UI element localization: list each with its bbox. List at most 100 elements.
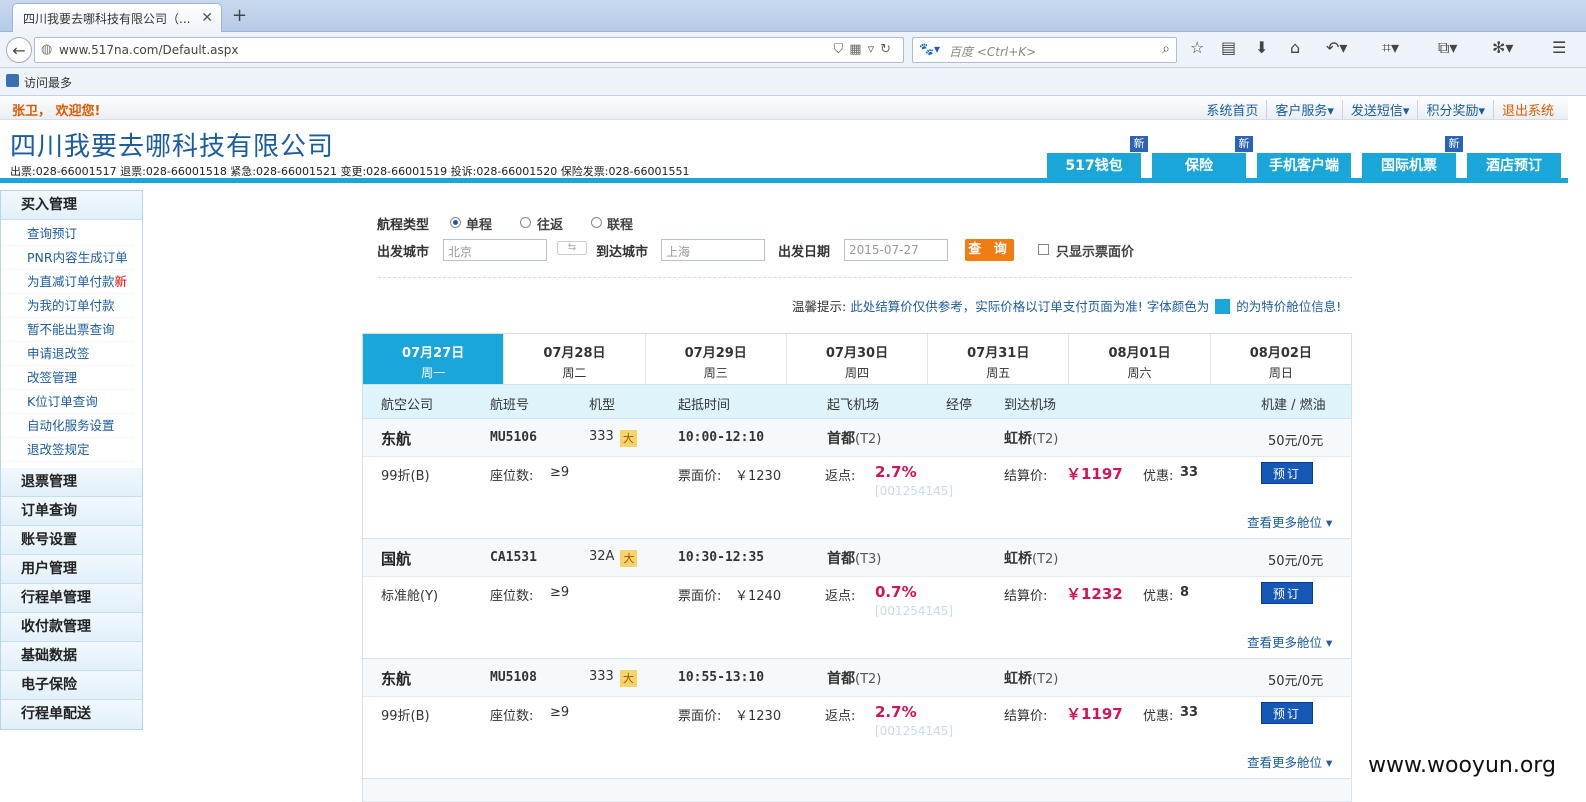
rebate-value: 0.7% [875,583,917,601]
book-button[interactable]: 预订 [1261,702,1313,724]
search-icon[interactable]: ⌕ [1162,41,1170,57]
from-city-input[interactable]: 北京 [443,239,547,261]
link-points[interactable]: 积分奖励▾ [1417,100,1493,119]
address-bar-icons[interactable]: ⛉▦▿↻ [834,42,897,57]
query-button[interactable]: 查 询 [965,239,1014,261]
date-tab-date: 07月27日 [402,346,465,361]
link-send-sms[interactable]: 发送短信▾ [1341,100,1418,119]
size-badge: 大 [620,550,638,567]
undo-icon[interactable]: ↶▾ [1326,38,1347,57]
aircraft-type: 333 [589,669,614,684]
url-text: www.517na.com/Default.aspx [59,43,239,57]
discount-label: 优惠: [1143,709,1174,724]
flight-summary: 东航 MU5108 333 大 10:55-13:10 首都(T2) 虹桥(T2)… [363,659,1351,697]
sidebar-section-orders[interactable]: 订单查询 [1,497,142,526]
discount-label: 优惠: [1143,469,1174,484]
nav-tab-hotel[interactable]: 酒店预订 [1466,152,1562,180]
sidebar-section-payments[interactable]: 收付款管理 [1,613,142,642]
aircraft: 333 大 [589,669,637,687]
date-tab[interactable]: 08月01日 周六 [1068,334,1210,384]
date-tab-weekday: 周三 [703,366,728,380]
sidebar-item-auto-service[interactable]: 自动化服务设置 [1,414,134,438]
sidebar-item-pay-my-order[interactable]: 为我的订单付款 [1,294,134,318]
sidebar-section-insurance[interactable]: 电子保险 [1,671,142,700]
date-tab-date: 08月01日 [1108,346,1171,361]
tip-text: 此处结算价仅供参考，实际价格以订单支付页面为准! 字体颜色为 [850,299,1210,314]
size-badge: 大 [619,430,637,447]
download-icon[interactable]: ⬇ [1255,38,1268,57]
flight-time: 10:55-13:10 [678,670,765,685]
extension-icon[interactable]: ✻▾ [1492,38,1513,57]
close-icon[interactable]: ✕ [201,10,213,26]
date-tab[interactable]: 07月31日 周五 [927,334,1069,384]
link-customer-service[interactable]: 客户服务▾ [1266,100,1342,119]
date-tab[interactable]: 07月27日 周一 [363,334,504,384]
date-tab[interactable]: 07月29日 周三 [644,334,786,384]
more-cabins-link[interactable]: 查看更多舱位 ▾ [1247,512,1332,531]
divider [378,277,1352,278]
menu-icon[interactable]: ☰ [1552,38,1566,57]
sidebar-item-refund-change[interactable]: 申请退改签 [1,342,134,366]
rebate-value: 2.7% [875,463,917,481]
bookmark-most-visited[interactable]: 访问最多 [24,74,72,91]
browser-tab-bar: 四川我要去哪科技有限公司（... ✕ + [0,0,1586,32]
sidebar-section-account[interactable]: 账号设置 [1,526,142,555]
browser-tab[interactable]: 四川我要去哪科技有限公司（... ✕ [12,3,222,32]
sidebar-item-unissued[interactable]: 暂不能出票查询 [1,318,134,342]
bookmark-star-icon[interactable]: ☆ [1190,38,1204,57]
settle-label: 结算价: [1004,469,1048,484]
date-tab[interactable]: 07月28日 周二 [503,334,645,384]
seats-value: ≥9 [550,705,570,720]
header-arr-airport: 到达机场 [1004,398,1057,413]
header-dep-airport: 起飞机场 [827,398,880,413]
sidebar-item-change-manage[interactable]: 改签管理 [1,366,134,390]
radio-round-trip[interactable] [520,217,531,228]
radio-multi-city[interactable] [591,217,602,228]
link-home[interactable]: 系统首页 [1198,100,1266,119]
sidebar-section-users[interactable]: 用户管理 [1,555,142,584]
link-logout[interactable]: 退出系统 [1492,100,1562,119]
watermark: www.wooyun.org [1356,748,1568,784]
address-bar[interactable]: ◍ www.517na.com/Default.aspx ⛉▦▿↻ [34,37,904,63]
back-icon[interactable]: ← [6,37,32,63]
sidebar-section-buy[interactable]: 买入管理 [1,191,142,220]
to-city-input[interactable]: 上海 [661,239,765,261]
sidebar-item-pnr-order[interactable]: PNR内容生成订单 [1,246,134,270]
header-stop: 经停 [946,398,973,413]
nav-tab-mobile[interactable]: 手机客户端 [1256,152,1352,180]
new-badge: 新 [1235,136,1253,152]
book-button[interactable]: 预订 [1261,582,1313,604]
sidebar-section-refund[interactable]: 退票管理 [1,468,142,497]
radio-one-way[interactable] [450,217,461,228]
arr-airport: 虹桥(T2) [1004,428,1058,448]
date-tab[interactable]: 07月30日 周四 [785,334,928,384]
arr-airport: 虹桥(T2) [1004,548,1058,568]
date-tab[interactable]: 08月02日 周日 [1209,334,1351,384]
date-tab-weekday: 周五 [986,366,1011,380]
more-cabins-link[interactable]: 查看更多舱位 ▾ [1247,632,1332,651]
date-input[interactable]: 2015-07-27 [844,239,948,261]
sidebar-section-delivery[interactable]: 行程单配送 [1,700,142,729]
sidebar-section-itinerary[interactable]: 行程单管理 [1,584,142,613]
sidebar-item-refund-rules[interactable]: 退改签规定 [1,438,134,462]
more-cabins-link[interactable]: 查看更多舱位 ▾ [1247,752,1332,771]
nav-tab-intl-ticket[interactable]: 国际机票 [1361,152,1457,180]
reading-list-icon[interactable]: ▤ [1221,38,1236,57]
search-box[interactable]: 🐾▾ 百度 <Ctrl+K> ⌕ [912,37,1177,63]
paw-icon[interactable]: 🐾▾ [919,42,940,56]
date-tabs: 07月27日 周一 07月28日 周二 07月29日 周三 07月30日 周四 07月3… [362,333,1352,385]
home-icon[interactable]: ⌂ [1290,38,1300,57]
sidebar-item-k-order[interactable]: K位订单查询 [1,390,134,414]
sidebar-section-base-data[interactable]: 基础数据 [1,642,142,671]
swap-cities-icon[interactable]: ⇆ [557,241,587,255]
nav-tab-insurance[interactable]: 保险 [1151,152,1247,180]
window-icon[interactable]: ⧉▾ [1438,38,1457,58]
nav-tab-wallet[interactable]: 517钱包 [1046,152,1142,180]
new-badge: 新 [1130,136,1148,152]
sidebar-item-pay-direct[interactable]: 为直减订单付款新 [1,270,134,294]
book-button[interactable]: 预订 [1261,462,1313,484]
crop-icon[interactable]: ⌗▾ [1382,38,1399,58]
new-tab-icon[interactable]: + [232,5,247,26]
sidebar-item-search-book[interactable]: 查询预订 [1,222,134,246]
only-face-checkbox[interactable] [1038,244,1049,255]
